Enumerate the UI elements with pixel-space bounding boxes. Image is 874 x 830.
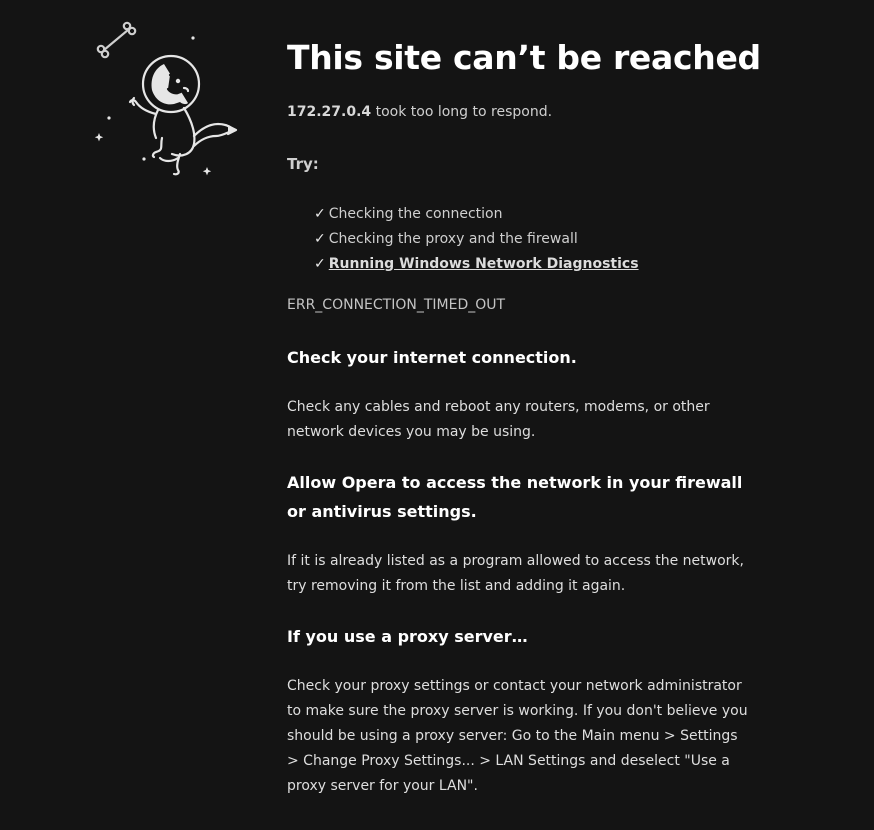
proxy-heading: If you use a proxy server… xyxy=(287,627,528,646)
suggestion-text: Checking the connection xyxy=(328,206,503,222)
suggestion-text: Checking the proxy and the firewall xyxy=(328,231,578,247)
firewall-heading: Allow Opera to access the network in you… xyxy=(287,473,743,521)
check-icon: ✓ xyxy=(314,256,326,272)
suggestions-list: ✓ Checking the connection ✓ Checking the p… xyxy=(314,203,639,278)
firewall-text: If it is already listed as a program all… xyxy=(287,553,744,594)
error-summary-text: took too long to respond. xyxy=(371,104,553,120)
proxy-text: Check your proxy settings or contact you… xyxy=(287,678,748,794)
internet-text: Check any cables and reboot any routers,… xyxy=(287,399,710,440)
suggestion-item: ✓ Checking the connection xyxy=(314,203,639,228)
page-title: This site can’t be reached xyxy=(287,38,761,77)
try-label: Try: xyxy=(287,155,319,173)
suggestion-item: ✓ Checking the proxy and the firewall xyxy=(314,228,639,253)
space-dog-illustration xyxy=(92,18,242,183)
check-icon: ✓ xyxy=(314,206,326,222)
network-diagnostics-link[interactable]: Running Windows Network Diagnostics xyxy=(329,256,639,272)
space-dog-astronaut-icon xyxy=(94,21,238,176)
internet-heading: Check your internet connection. xyxy=(287,348,577,367)
error-summary: 172.27.0.4 took too long to respond. xyxy=(287,104,552,120)
host-address: 172.27.0.4 xyxy=(287,104,372,120)
error-code: ERR_CONNECTION_TIMED_OUT xyxy=(287,297,506,313)
check-icon: ✓ xyxy=(314,231,326,247)
suggestion-item: ✓ Running Windows Network Diagnostics xyxy=(314,253,639,278)
bone-icon xyxy=(96,21,137,59)
